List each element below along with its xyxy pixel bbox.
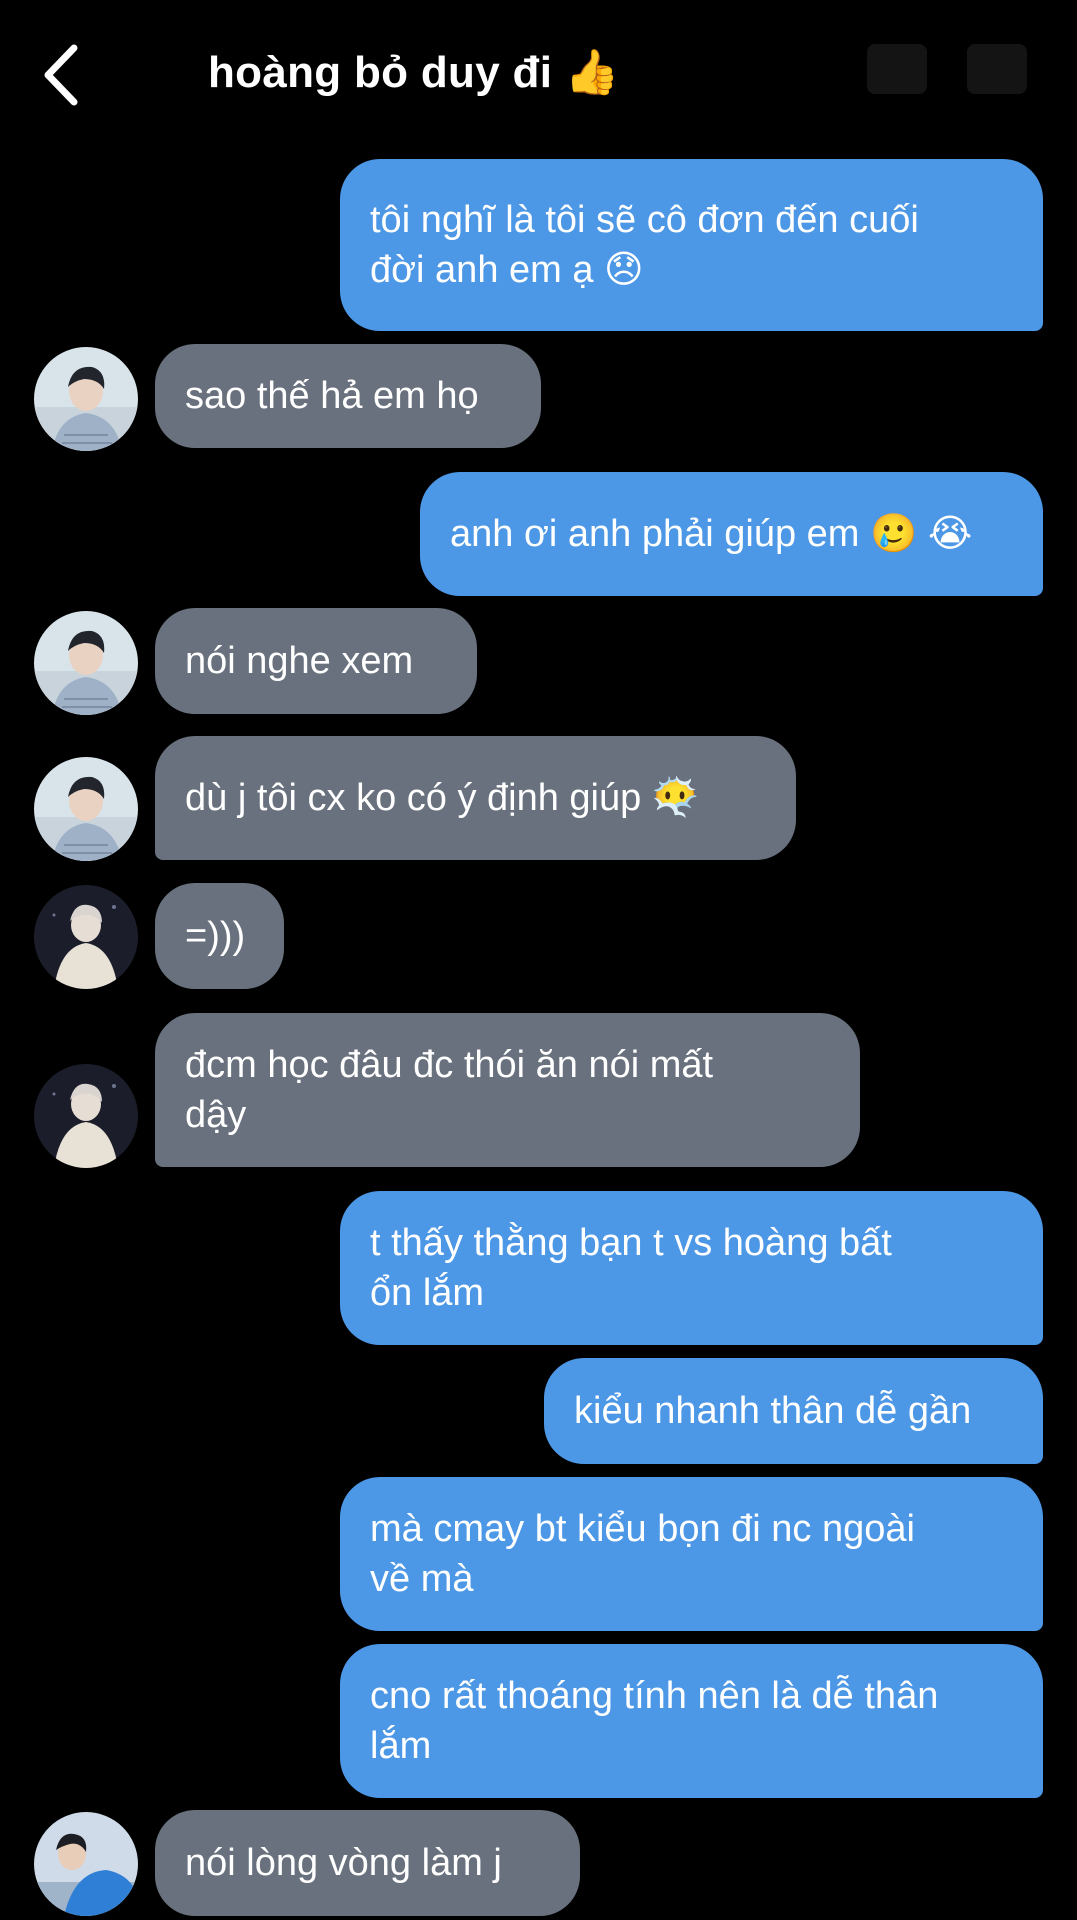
header-actions bbox=[847, 44, 1047, 94]
message-bubble-outgoing[interactable]: anh ơi anh phải giúp em 🥲 😭 bbox=[420, 472, 1043, 596]
avatar[interactable] bbox=[34, 1812, 138, 1916]
avatar[interactable] bbox=[34, 347, 138, 451]
video-icon[interactable] bbox=[967, 44, 1027, 94]
call-icon[interactable] bbox=[867, 44, 927, 94]
avatar[interactable] bbox=[34, 611, 138, 715]
message-bubble-incoming[interactable]: sao thế hả em họ bbox=[155, 344, 541, 448]
chat-header: hoàng bỏ duy đi 👍 bbox=[0, 0, 1077, 150]
message-bubble-incoming[interactable]: nói nghe xem bbox=[155, 608, 477, 714]
message-bubble-outgoing[interactable]: mà cmay bt kiểu bọn đi nc ngoài về mà bbox=[340, 1477, 1043, 1631]
message-bubble-incoming[interactable]: =))) bbox=[155, 883, 284, 989]
message-bubble-outgoing[interactable]: t thấy thằng bạn t vs hoàng bất ổn lắm bbox=[340, 1191, 1043, 1345]
message-bubble-outgoing[interactable]: cno rất thoáng tính nên là dễ thân lắm bbox=[340, 1644, 1043, 1798]
avatar[interactable] bbox=[34, 757, 138, 861]
message-bubble-outgoing[interactable]: tôi nghĩ là tôi sẽ cô đơn đến cuối đời a… bbox=[340, 159, 1043, 331]
chat-title[interactable]: hoàng bỏ duy đi 👍 bbox=[208, 46, 620, 98]
avatar[interactable] bbox=[34, 885, 138, 989]
message-bubble-outgoing[interactable]: kiểu nhanh thân dễ gần bbox=[544, 1358, 1043, 1464]
back-button[interactable] bbox=[38, 40, 88, 110]
message-bubble-incoming[interactable]: đcm học đâu đc thói ăn nói mất dậy bbox=[155, 1013, 860, 1167]
message-bubble-incoming[interactable]: dù j tôi cx ko có ý định giúp 😶‍🌫️ bbox=[155, 736, 796, 860]
message-bubble-incoming[interactable]: nói lòng vòng làm j bbox=[155, 1810, 580, 1916]
chevron-left-icon bbox=[44, 44, 78, 106]
avatar[interactable] bbox=[34, 1064, 138, 1168]
